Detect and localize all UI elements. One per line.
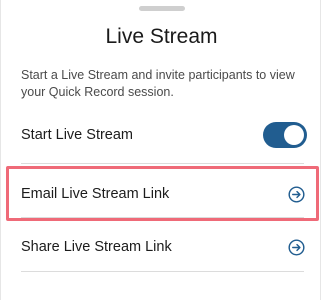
divider bbox=[21, 163, 304, 164]
live-stream-sheet: Live Stream Start a Live Stream and invi… bbox=[0, 0, 321, 300]
sheet-title: Live Stream bbox=[105, 25, 218, 48]
toggle-knob bbox=[284, 125, 304, 145]
arrow-circle-right-icon[interactable] bbox=[288, 238, 305, 256]
divider bbox=[21, 271, 304, 272]
sheet-grabber-handle[interactable] bbox=[139, 6, 185, 11]
selection-highlight bbox=[6, 166, 319, 221]
start-live-stream-label: Start Live Stream bbox=[21, 127, 134, 143]
start-live-stream-row[interactable]: Start Live Stream bbox=[21, 113, 307, 157]
share-live-stream-link-row[interactable]: Share Live Stream Link bbox=[21, 225, 305, 269]
share-live-stream-link-label: Share Live Stream Link bbox=[21, 239, 172, 255]
start-live-stream-toggle[interactable] bbox=[263, 122, 307, 148]
sheet-description: Start a Live Stream and invite participa… bbox=[21, 68, 295, 99]
